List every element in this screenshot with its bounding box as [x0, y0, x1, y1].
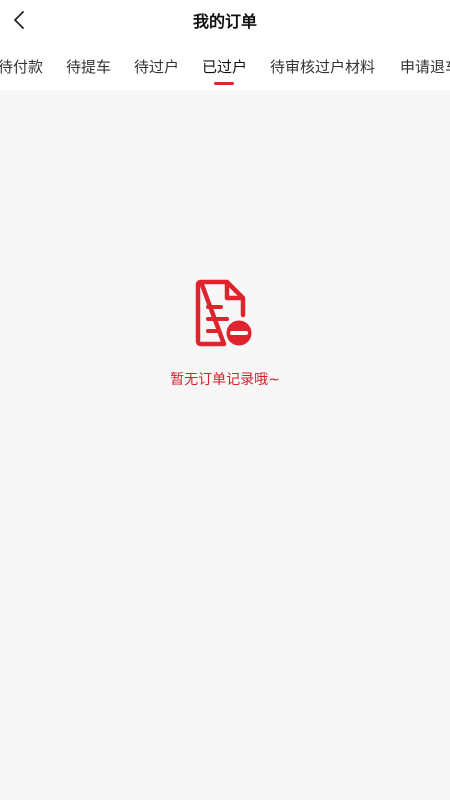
tab-pending-pickup[interactable]: 待提车 [66, 57, 111, 77]
active-tab-indicator [214, 82, 234, 85]
tab-transferred[interactable]: 已过户 [202, 57, 247, 77]
top-bar: 我的订单 [0, 0, 450, 44]
document-remove-icon [195, 279, 255, 349]
empty-state-message: 暂无订单记录哦~ [170, 372, 280, 388]
tab-pending-review-materials[interactable]: 待审核过户材料 [270, 57, 375, 77]
tab-pending-payment[interactable]: 待付款 [0, 57, 43, 77]
page-title: 我的订单 [192, 12, 257, 31]
tab-return-request[interactable]: 申请退车 [400, 57, 450, 77]
tab-pending-transfer[interactable]: 待过户 [134, 57, 179, 77]
